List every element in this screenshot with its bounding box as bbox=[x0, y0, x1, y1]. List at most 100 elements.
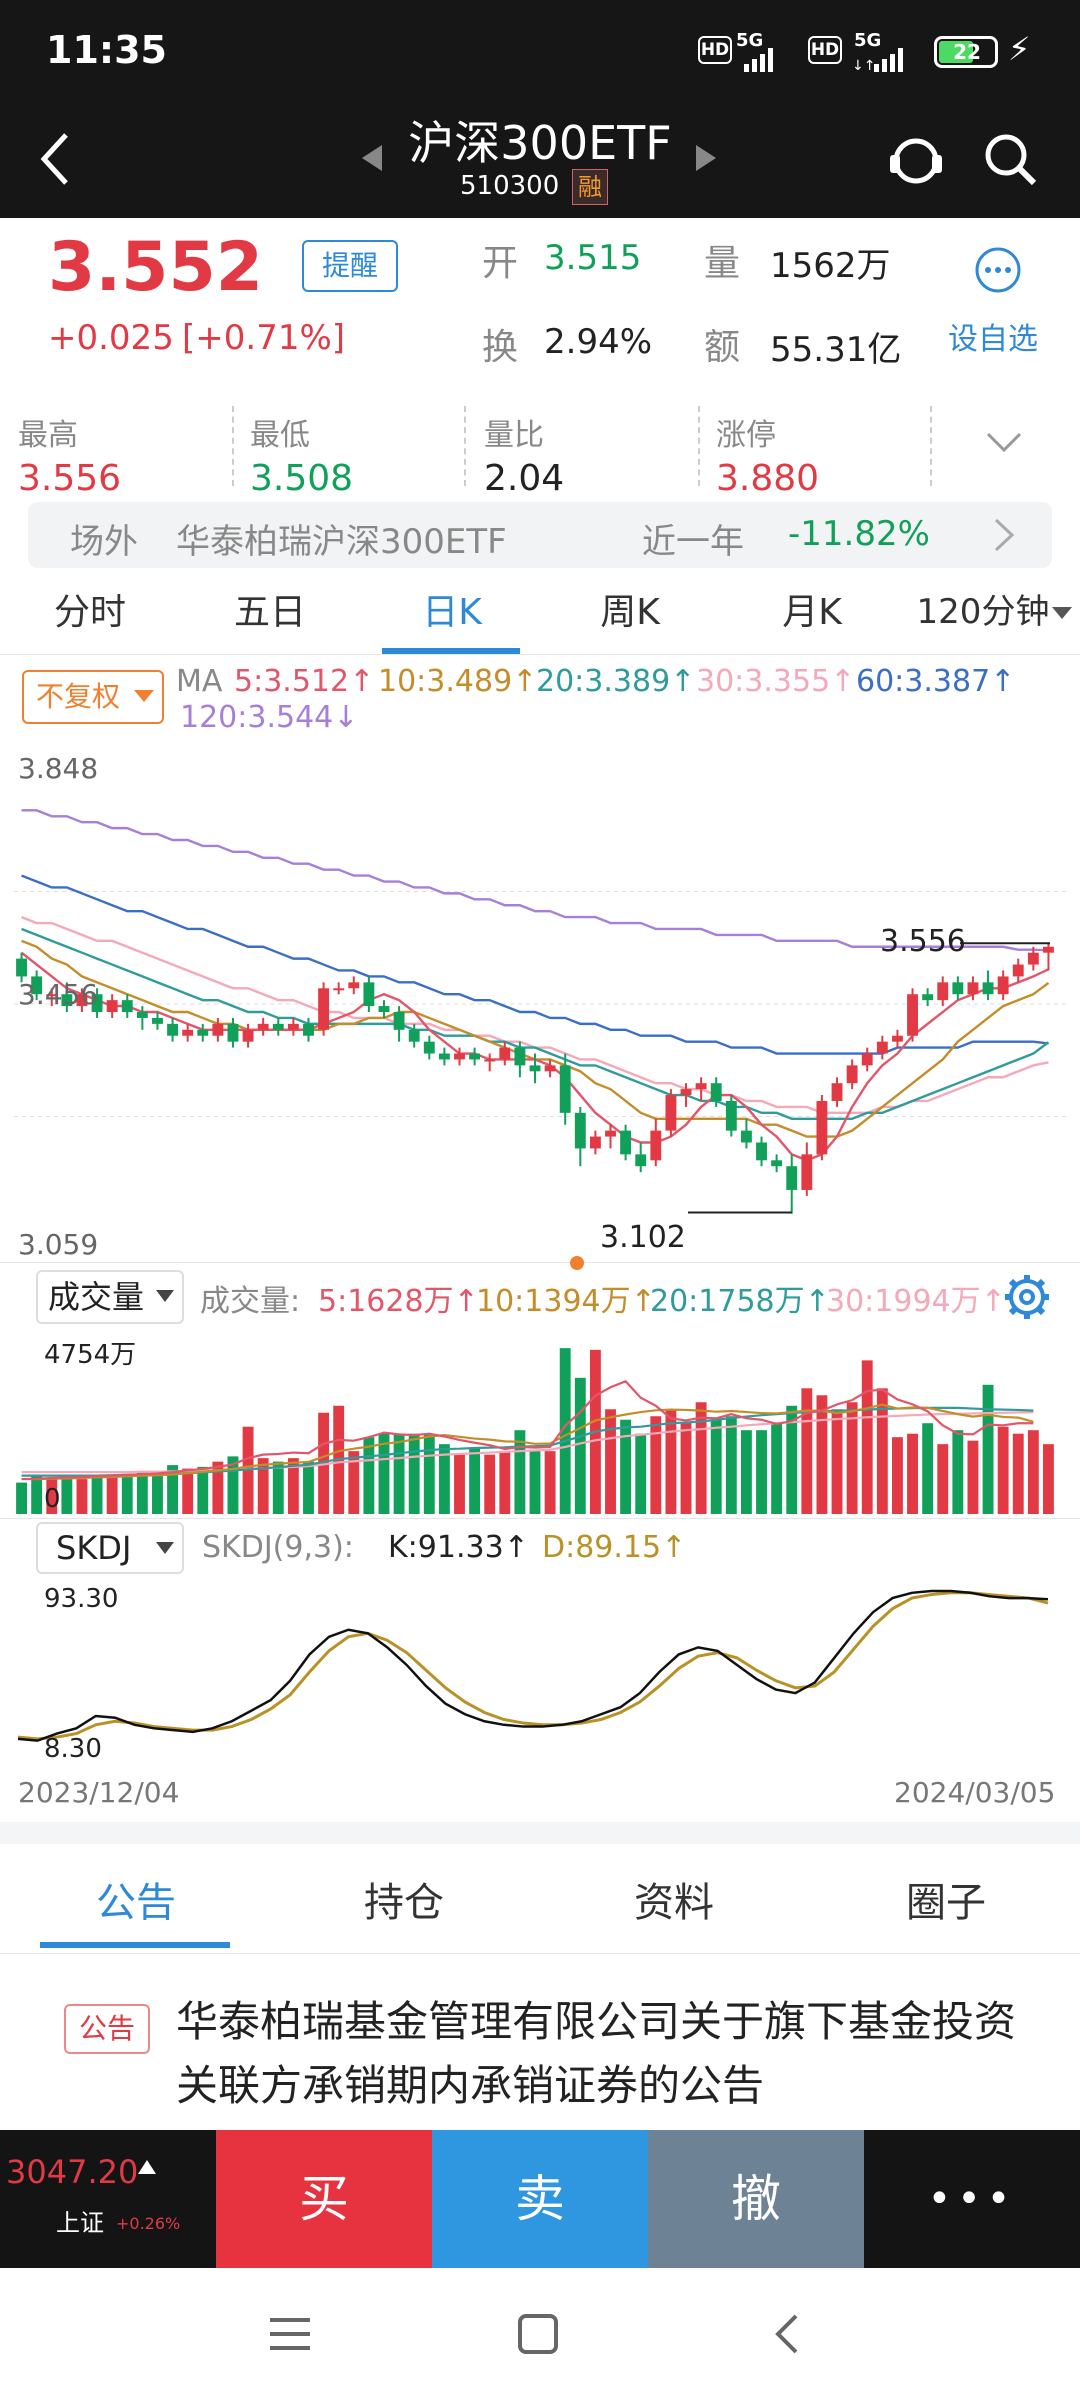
ma-label: MA bbox=[176, 664, 223, 699]
candle-body bbox=[408, 1029, 420, 1042]
divider bbox=[464, 406, 466, 486]
cancel-order-button[interactable]: 撤 bbox=[648, 2130, 864, 2268]
expand-chevron-down-icon[interactable] bbox=[984, 430, 1024, 458]
candle-body bbox=[786, 1166, 798, 1190]
volume-bar bbox=[922, 1423, 934, 1514]
volume-ma5: 5:1628万↑ bbox=[318, 1284, 479, 1319]
candle-body bbox=[635, 1154, 647, 1167]
stat-limit-up-value: 3.880 bbox=[716, 458, 820, 499]
next-stock-icon[interactable] bbox=[694, 143, 718, 177]
previous-stock-icon[interactable] bbox=[360, 143, 384, 177]
divider bbox=[698, 406, 700, 486]
candle-body bbox=[167, 1023, 179, 1036]
adjust-mode-selector[interactable]: 不复权 bbox=[22, 670, 164, 724]
volume-bar bbox=[680, 1423, 692, 1514]
price-axis-min: 3.059 bbox=[18, 1228, 99, 1261]
volume-bar bbox=[982, 1384, 994, 1514]
volume-bar bbox=[635, 1433, 647, 1514]
candle-body bbox=[106, 1000, 118, 1013]
sell-button[interactable]: 卖 bbox=[432, 2130, 648, 2268]
search-icon[interactable] bbox=[982, 131, 1038, 191]
volume-bar bbox=[1012, 1433, 1024, 1514]
tab-holdings[interactable]: 持仓 bbox=[364, 1870, 444, 1928]
date-axis-end: 2024/03/05 bbox=[894, 1776, 1056, 1809]
index-value: 3047.20 bbox=[6, 2153, 139, 2191]
dropdown-triangle-icon[interactable] bbox=[1052, 606, 1072, 625]
dropdown-triangle-icon bbox=[134, 690, 154, 702]
status-time: 11:35 bbox=[46, 28, 167, 72]
volume-bar bbox=[756, 1430, 767, 1514]
volume-label: 量 bbox=[704, 243, 741, 284]
buy-button[interactable]: 买 bbox=[216, 2130, 432, 2268]
volume-bar bbox=[121, 1473, 133, 1514]
volume-bar bbox=[393, 1433, 405, 1514]
candle-body bbox=[393, 1012, 405, 1030]
skdj-k-line bbox=[17, 1589, 1049, 1742]
tab-five-day[interactable]: 五日 bbox=[200, 570, 340, 655]
tab-monthly-k[interactable]: 月K bbox=[742, 570, 882, 655]
candle-body bbox=[348, 982, 360, 989]
volume-ma10: 10:1394万↑ bbox=[476, 1284, 656, 1319]
candle-body bbox=[861, 1053, 873, 1066]
stat-volume-ratio: 量比 2.04 bbox=[484, 410, 564, 499]
tab-intraday[interactable]: 分时 bbox=[20, 570, 160, 655]
divider bbox=[0, 1262, 1080, 1263]
candle-body bbox=[771, 1160, 783, 1167]
volume-bar bbox=[771, 1423, 783, 1514]
index-ticker[interactable]: 3047.20 上证 +0.26% bbox=[0, 2130, 216, 2268]
candle-body bbox=[212, 1023, 224, 1036]
candle-body bbox=[438, 1053, 450, 1060]
candle-body bbox=[907, 994, 918, 1036]
add-watchlist-button[interactable]: 设自选 bbox=[948, 314, 1038, 358]
more-button[interactable]: ••• bbox=[864, 2130, 1080, 2268]
customer-service-icon[interactable] bbox=[888, 131, 944, 191]
offsite-period: 近一年 bbox=[642, 522, 744, 562]
tab-community[interactable]: 圈子 bbox=[906, 1870, 986, 1928]
chart-period-tabs: 分时 五日 日K 周K 月K 120分钟 bbox=[0, 570, 1080, 655]
candle-body bbox=[589, 1136, 601, 1149]
volume-indicator-selector[interactable]: 成交量 bbox=[36, 1270, 184, 1324]
tab-announcements[interactable]: 公告 bbox=[96, 1870, 176, 1928]
active-tab-indicator bbox=[40, 1942, 230, 1948]
volume-bar bbox=[363, 1437, 375, 1514]
index-pct: +0.26% bbox=[116, 2214, 181, 2233]
candle-body bbox=[922, 994, 934, 1001]
volume-bar bbox=[197, 1466, 209, 1514]
volume-bar bbox=[484, 1454, 496, 1514]
candle-body bbox=[559, 1065, 571, 1113]
candle-body bbox=[16, 958, 27, 977]
volume-bar bbox=[650, 1416, 662, 1514]
date-axis-start: 2023/12/04 bbox=[18, 1776, 180, 1809]
candle-body bbox=[725, 1100, 737, 1131]
volume-bar bbox=[152, 1472, 163, 1514]
tab-profile[interactable]: 资料 bbox=[634, 1870, 714, 1928]
tab-120-min[interactable]: 120分钟 bbox=[908, 570, 1058, 655]
back-icon[interactable] bbox=[36, 129, 76, 193]
remind-button[interactable]: 提醒 bbox=[302, 240, 398, 292]
volume-axis-max: 4754万 bbox=[44, 1340, 137, 1370]
menu-icon[interactable] bbox=[270, 2316, 310, 2356]
more-options-icon[interactable] bbox=[974, 246, 1022, 298]
candlestick-chart[interactable] bbox=[0, 740, 1080, 1270]
home-icon[interactable] bbox=[518, 2314, 558, 2358]
tab-weekly-k[interactable]: 周K bbox=[560, 570, 700, 655]
divider bbox=[0, 1518, 1080, 1519]
battery-icon: 22 bbox=[934, 36, 998, 68]
tab-daily-k[interactable]: 日K bbox=[382, 570, 522, 655]
indicator-selector[interactable]: SKDJ bbox=[36, 1522, 184, 1574]
candle-body bbox=[469, 1053, 481, 1060]
hd-icon: HD bbox=[698, 36, 732, 64]
settings-gear-icon[interactable] bbox=[1002, 1272, 1052, 1326]
stat-low-value: 3.508 bbox=[250, 458, 354, 499]
candle-body bbox=[514, 1047, 526, 1066]
volume-bar bbox=[891, 1437, 903, 1514]
stock-title: 沪深300ETF bbox=[408, 116, 672, 170]
low-annotation: 3.102 bbox=[600, 1220, 686, 1255]
announcement-item[interactable]: 公告 华泰柏瑞基金管理有限公司关于旗下基金投资关联方承销期内承销证券的公告 bbox=[0, 1956, 1080, 2130]
content-tabs: 公告 持仓 资料 圈子 bbox=[0, 1844, 1080, 1954]
back-nav-icon[interactable] bbox=[772, 2312, 800, 2360]
skdj-k-value: K:91.33↑ bbox=[388, 1530, 529, 1565]
volume-bar bbox=[423, 1433, 435, 1514]
offsite-fund-bar[interactable]: 场外 华泰柏瑞沪深300ETF 近一年 -11.82% bbox=[28, 502, 1052, 568]
candle-body bbox=[136, 1012, 148, 1018]
